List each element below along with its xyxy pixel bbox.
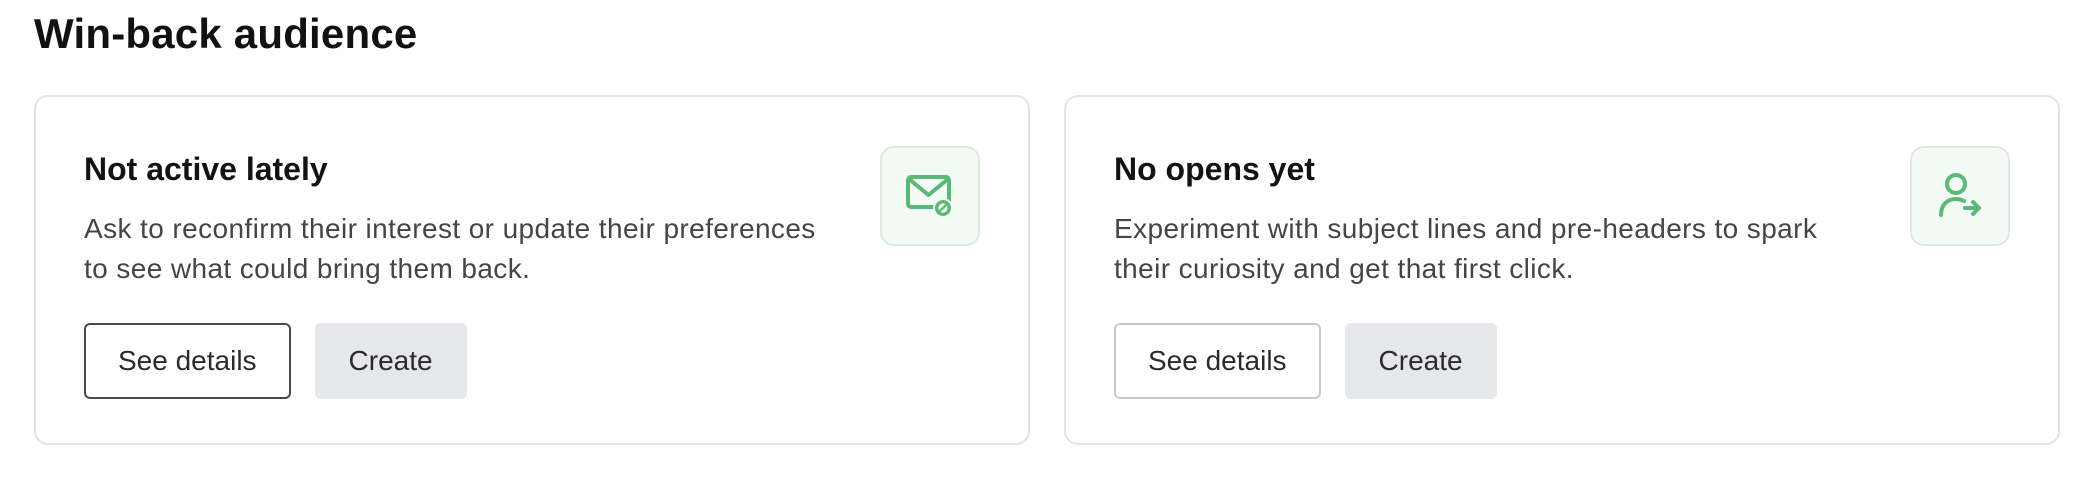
card-title: Not active lately	[84, 151, 328, 187]
see-details-button[interactable]: See details	[1114, 323, 1321, 399]
user-arrow-icon	[1939, 173, 1981, 217]
see-details-button[interactable]: See details	[84, 323, 291, 399]
win-back-cards: Not active lately Ask to reconfirm their…	[34, 95, 2060, 445]
create-button[interactable]: Create	[314, 323, 467, 399]
card-not-active-lately: Not active lately Ask to reconfirm their…	[34, 95, 1030, 445]
mail-blocked-icon-tile	[880, 146, 980, 246]
card-description: Experiment with subject lines and pre-he…	[1114, 213, 1818, 284]
card-actions: See details Create	[84, 323, 467, 399]
card-description: Ask to reconfirm their interest or updat…	[84, 213, 816, 284]
card-no-opens-yet: No opens yet Experiment with subject lin…	[1064, 95, 2060, 445]
card-title: No opens yet	[1114, 151, 1315, 187]
create-button[interactable]: Create	[1344, 323, 1497, 399]
card-actions: See details Create	[1114, 323, 1497, 399]
user-arrow-icon-tile	[1910, 146, 2010, 246]
section-title: Win-back audience	[34, 10, 418, 57]
mail-blocked-icon	[906, 175, 953, 218]
